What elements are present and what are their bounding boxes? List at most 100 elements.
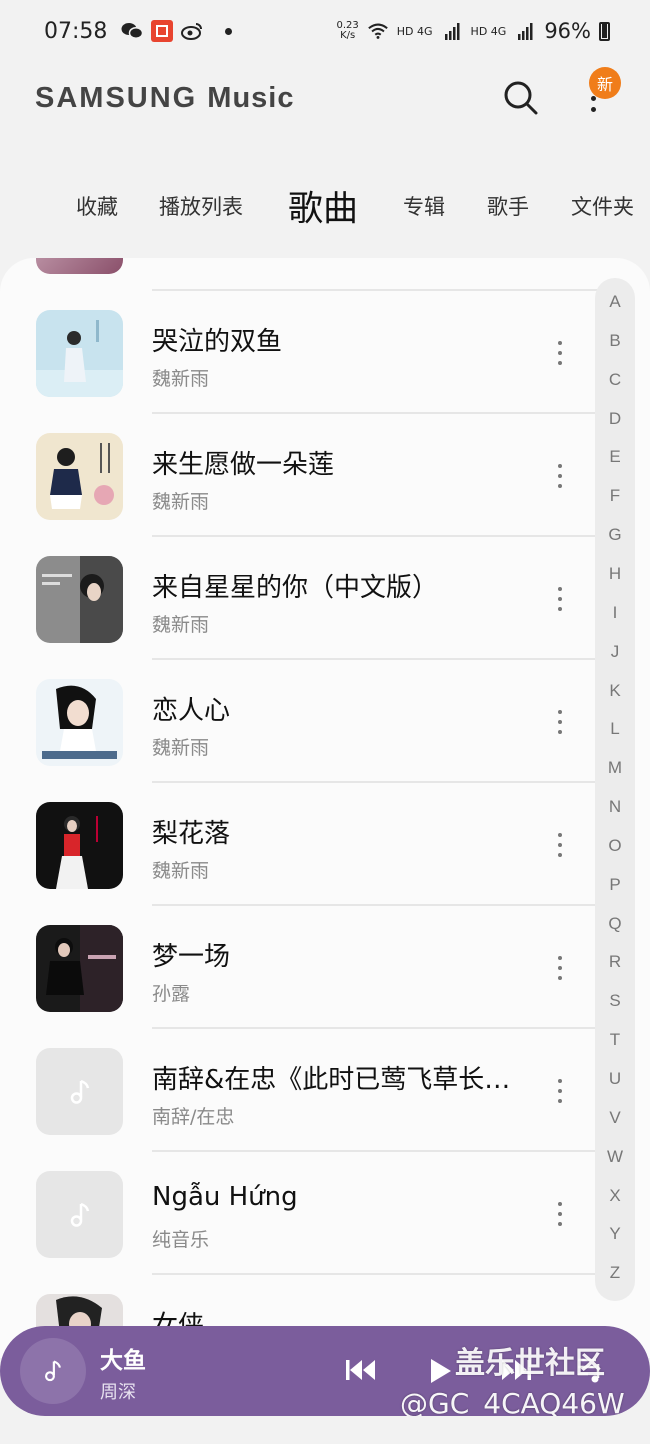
album-art: [36, 433, 123, 520]
song-row[interactable]: 来生愿做一朵莲 魏新雨: [0, 414, 600, 537]
signal-bars-icon: [441, 21, 463, 41]
signal-2: HD 4G: [470, 24, 507, 38]
search-button[interactable]: [500, 77, 542, 119]
more-dot: [590, 106, 596, 112]
album-art: [36, 679, 123, 766]
song-more-button[interactable]: [548, 946, 572, 990]
tab-favorites[interactable]: 收藏: [76, 191, 118, 221]
alphabet-letter[interactable]: W: [595, 1147, 635, 1167]
song-row-partial[interactable]: [0, 258, 600, 291]
song-row[interactable]: 恋人心 魏新雨: [0, 660, 600, 783]
bottom-strip: [0, 1416, 650, 1444]
song-artist: 魏新雨: [152, 614, 210, 636]
alphabet-letter[interactable]: T: [595, 1030, 635, 1050]
song-artist: 纯音乐: [152, 1229, 210, 1251]
alphabet-letter[interactable]: O: [595, 836, 635, 856]
song-title: 来生愿做一朵莲: [152, 450, 335, 480]
alphabet-letter[interactable]: D: [595, 409, 635, 429]
alphabet-letter[interactable]: A: [595, 292, 635, 312]
song-artist: 南辞/在忠: [152, 1106, 235, 1128]
alphabet-letter[interactable]: F: [595, 486, 635, 506]
song-more-button[interactable]: [548, 331, 572, 375]
more-notifications-dot: [225, 27, 233, 35]
song-more-button[interactable]: [548, 1192, 572, 1236]
song-more-button[interactable]: [548, 1069, 572, 1113]
alphabet-letter[interactable]: Y: [595, 1224, 635, 1244]
song-artist: 魏新雨: [152, 737, 210, 759]
song-artist: 魏新雨: [152, 368, 210, 390]
alphabet-letter[interactable]: B: [595, 331, 635, 351]
alphabet-letter[interactable]: K: [595, 681, 635, 701]
song-artist: 魏新雨: [152, 491, 210, 513]
tab-albums[interactable]: 专辑: [403, 191, 445, 221]
album-art: [36, 556, 123, 643]
wifi-icon: [367, 21, 389, 41]
tab-songs[interactable]: 歌曲: [288, 181, 358, 232]
alphabet-letter[interactable]: H: [595, 564, 635, 584]
song-more-button[interactable]: [548, 577, 572, 621]
signal-bars-icon: [514, 21, 536, 41]
alphabet-letter[interactable]: E: [595, 447, 635, 467]
alphabet-letter[interactable]: J: [595, 642, 635, 662]
alphabet-index[interactable]: ABCDEFGHIJKLMNOPQRSTUVWXYZ: [595, 278, 635, 1301]
album-art: [36, 802, 123, 889]
now-playing-title: 大鱼: [100, 1348, 146, 1374]
weibo-icon: [181, 21, 203, 41]
alphabet-letter[interactable]: G: [595, 525, 635, 545]
alphabet-letter[interactable]: C: [595, 370, 635, 390]
alphabet-letter[interactable]: Q: [595, 914, 635, 934]
app-notification-icon: [151, 20, 174, 42]
song-title: 来自星星的你（中文版）: [152, 573, 439, 603]
song-title: 梦一场: [152, 942, 231, 972]
song-more-button[interactable]: [548, 823, 572, 867]
song-row[interactable]: 来自星星的你（中文版） 魏新雨: [0, 537, 600, 660]
music-note-icon: [44, 1360, 61, 1382]
song-row[interactable]: 哭泣的双鱼 魏新雨: [0, 291, 600, 414]
song-row[interactable]: 梦一场 孙露: [0, 906, 600, 1029]
brand-suffix: Music: [207, 82, 295, 114]
alphabet-letter[interactable]: L: [595, 719, 635, 739]
album-art-placeholder: [36, 1048, 123, 1135]
alphabet-letter[interactable]: I: [595, 603, 635, 623]
alphabet-letter[interactable]: R: [595, 952, 635, 972]
alphabet-letter[interactable]: X: [595, 1186, 635, 1206]
song-title: 哭泣的双鱼: [152, 327, 283, 357]
song-row[interactable]: 梨花落 魏新雨: [0, 783, 600, 906]
alphabet-letter[interactable]: P: [595, 875, 635, 895]
previous-button[interactable]: [343, 1354, 379, 1386]
alphabet-letter[interactable]: U: [595, 1069, 635, 1089]
alphabet-letter[interactable]: N: [595, 797, 635, 817]
music-note-icon: [70, 1079, 89, 1104]
app-bar: SAMSUNG Music 新: [0, 62, 650, 142]
brand-name: SAMSUNG: [35, 82, 198, 114]
alphabet-letter[interactable]: Z: [595, 1263, 635, 1283]
status-bar: 07:58 0.23 K/s HD 4G HD 4G 96%: [0, 0, 650, 62]
battery-icon: [599, 21, 610, 41]
alphabet-letter[interactable]: M: [595, 758, 635, 778]
status-time: 07:58: [44, 18, 108, 44]
alphabet-letter[interactable]: V: [595, 1108, 635, 1128]
tab-artists[interactable]: 歌手: [487, 191, 529, 221]
search-icon: [504, 81, 538, 115]
album-art-placeholder: [36, 1171, 123, 1258]
song-artist: 魏新雨: [152, 860, 210, 882]
play-button[interactable]: [425, 1354, 455, 1388]
more-dot: [590, 95, 596, 101]
alphabet-letter[interactable]: S: [595, 991, 635, 1011]
song-row[interactable]: Ngẫu Hứng 纯音乐: [0, 1152, 600, 1275]
watermark-text: 盖乐世社区: [455, 1346, 605, 1381]
song-row[interactable]: 南辞&在忠《此时已莺飞草长… 南辞/在忠: [0, 1029, 600, 1152]
wechat-icon: [121, 21, 144, 41]
album-art: [36, 925, 123, 1012]
tab-folders[interactable]: 文件夹: [571, 191, 634, 221]
song-title: 梨花落: [152, 819, 231, 849]
song-more-button[interactable]: [548, 700, 572, 744]
song-more-button[interactable]: [548, 454, 572, 498]
now-playing-art: [20, 1338, 86, 1404]
album-art: [36, 258, 123, 274]
song-title: 南辞&在忠《此时已莺飞草长…: [152, 1065, 511, 1095]
tab-playlists[interactable]: 播放列表: [159, 191, 243, 221]
song-artist: 孙露: [152, 983, 191, 1005]
signal-1: HD 4G: [396, 24, 433, 38]
new-badge: 新: [589, 67, 621, 99]
